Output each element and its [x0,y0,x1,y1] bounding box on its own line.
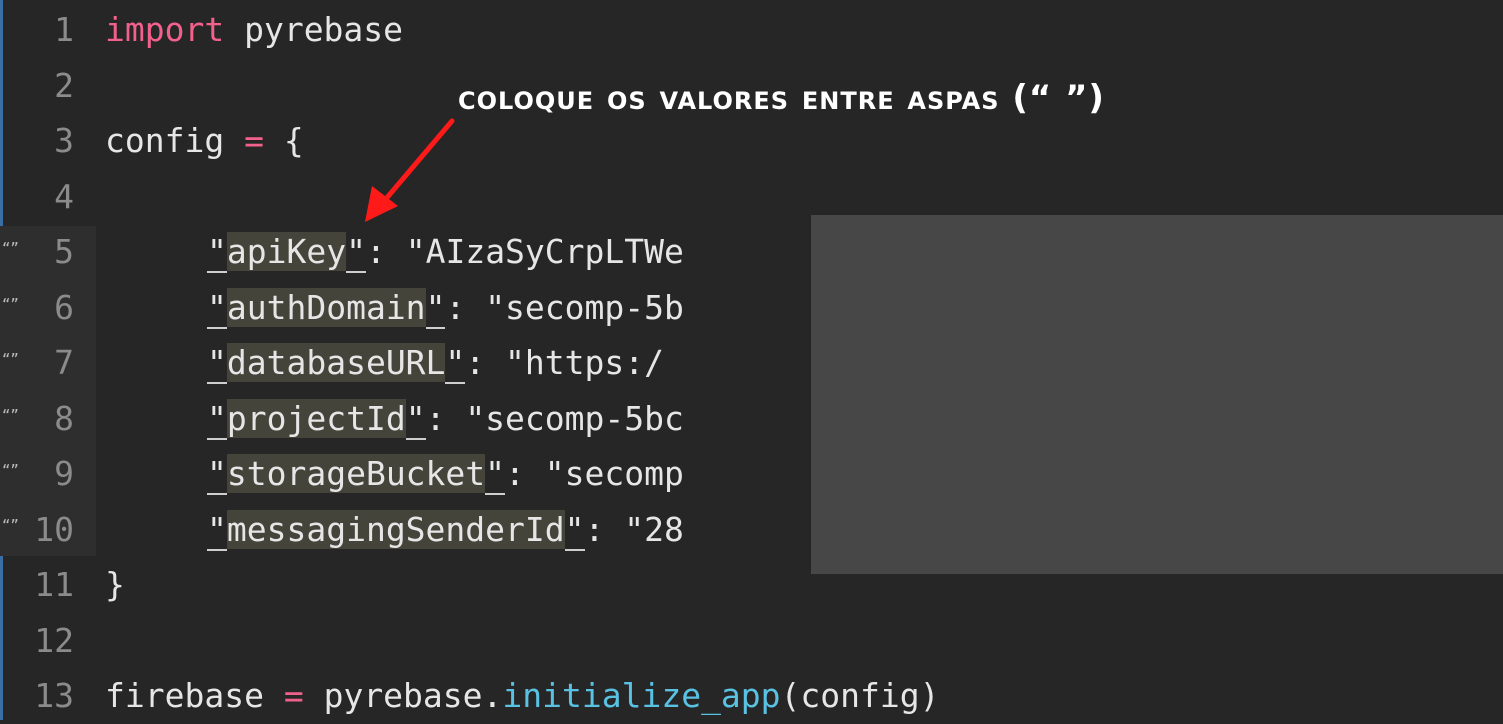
annotation-text: coloque os valores entre aspas (“ ”) [458,78,1105,118]
line-number: 1 [54,10,74,49]
line-number: 6 [54,288,74,327]
redaction-box [811,215,1503,574]
identifier: firebase [105,676,264,715]
module-ref: pyrebase. [323,676,503,715]
line-number: 13 [34,676,74,715]
call-args: (config) [780,676,940,715]
line-number: 10 [34,510,74,549]
operator: = [283,676,304,715]
config-value: "secomp [544,454,684,493]
line-number: 2 [54,66,74,105]
line-number: 4 [54,177,74,216]
config-key: authDomain [226,288,426,327]
config-key: messagingSenderId [226,510,565,549]
line-number: 9 [54,454,74,493]
identifier: config [105,121,225,160]
config-value: "secomp-5b [485,288,684,327]
line-number: 8 [54,399,74,438]
module-name: pyrebase [224,10,404,49]
config-key: projectId [226,399,406,438]
function-call: initialize_app [502,676,781,715]
config-key: storageBucket [226,454,486,493]
brace: { [283,121,304,160]
line-number: 7 [54,343,74,382]
code-line[interactable]: 12 [0,613,1503,669]
config-value: "28 [624,510,684,549]
brace: } [105,565,125,604]
line-number: 12 [34,621,74,660]
config-key: apiKey [226,232,347,271]
code-line[interactable]: 1 import pyrebase [0,2,1503,58]
line-number: 5 [54,232,74,271]
config-value: "AIzaSyCrpLTWe [405,232,684,271]
config-key: databaseURL [226,343,446,382]
line-number: 11 [34,565,74,604]
code-line[interactable]: 13 firebase = pyrebase.initialize_app(co… [0,668,1503,724]
operator: = [244,121,264,160]
keyword: import [105,10,225,49]
config-value: "secomp-5bc [465,399,684,438]
code-line[interactable]: 3 config = { [0,113,1503,169]
line-number: 3 [54,121,74,160]
config-value: "https:/ [505,343,664,382]
